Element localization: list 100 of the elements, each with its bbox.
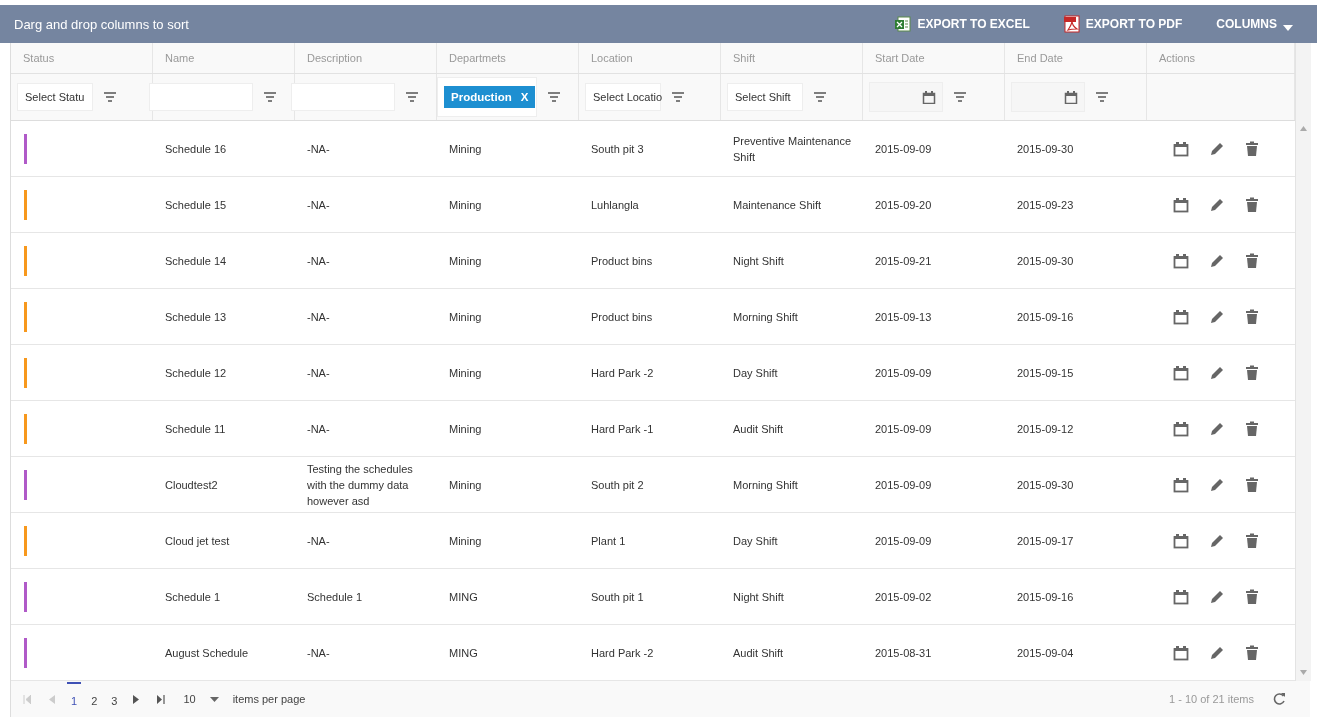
shift: Day Shift	[733, 365, 778, 381]
pencil-icon[interactable]	[1209, 588, 1225, 605]
pencil-icon[interactable]	[1209, 308, 1225, 325]
shift: Night Shift	[733, 589, 784, 605]
name: Cloud jet test	[165, 533, 230, 549]
pencil-icon[interactable]	[1209, 644, 1225, 661]
pencil-icon[interactable]	[1209, 476, 1225, 493]
pencil-icon[interactable]	[1209, 196, 1225, 213]
column-header[interactable]: Departmets	[437, 43, 579, 73]
scroll-down-icon	[1300, 670, 1307, 675]
date-field[interactable]	[869, 82, 943, 112]
department: MING	[449, 589, 478, 605]
filter-icon[interactable]	[953, 91, 967, 103]
trash-icon[interactable]	[1245, 196, 1259, 213]
trash-icon[interactable]	[1245, 308, 1259, 325]
calendar-icon[interactable]	[1173, 420, 1189, 437]
pencil-icon[interactable]	[1209, 252, 1225, 269]
location: South pit 3	[591, 141, 644, 157]
calendar-icon[interactable]	[1173, 476, 1189, 493]
export-button[interactable]: EXPORT TO PDF	[1063, 11, 1183, 37]
date-field[interactable]	[1011, 82, 1085, 112]
shift: Day Shift	[733, 533, 778, 549]
columns-menu-button[interactable]: COLUMNS	[1216, 13, 1293, 35]
select-field[interactable]: Select Shift	[727, 83, 803, 111]
text-filter-field[interactable]	[291, 83, 395, 111]
filter-icon[interactable]	[1095, 91, 1109, 103]
column-header[interactable]: Name	[153, 43, 295, 73]
caret-down-icon	[1283, 25, 1293, 31]
description: -NA-	[307, 141, 330, 157]
column-header[interactable]: Location	[579, 43, 721, 73]
description: Schedule 1	[307, 589, 363, 605]
shift: Maintenance Shift	[733, 197, 822, 213]
page-button[interactable]: 3	[107, 682, 122, 716]
multiselect-field[interactable]: Production X	[437, 77, 537, 117]
calendar-icon[interactable]	[1173, 196, 1189, 213]
trash-icon[interactable]	[1245, 476, 1259, 493]
trash-icon[interactable]	[1245, 252, 1259, 269]
column-header[interactable]: Description	[295, 43, 437, 73]
start-date: 2015-09-13	[875, 309, 932, 325]
calendar-icon[interactable]	[1173, 308, 1189, 325]
trash-icon[interactable]	[1245, 588, 1259, 605]
pencil-icon[interactable]	[1209, 532, 1225, 549]
select-field[interactable]: Select Locatio	[585, 83, 661, 111]
refresh-icon[interactable]	[1272, 692, 1286, 706]
filter-icon[interactable]	[671, 91, 685, 103]
group-hint: Darg and drop columns to sort	[14, 16, 189, 32]
filter-icon[interactable]	[813, 91, 827, 103]
calendar-icon[interactable]	[1173, 588, 1189, 605]
department: Mining	[449, 421, 482, 437]
select-field[interactable]: Select Statu	[17, 83, 93, 111]
column-header[interactable]: Status	[11, 43, 153, 73]
pencil-icon[interactable]	[1209, 140, 1225, 157]
location: South pit 2	[591, 477, 644, 493]
name: Schedule 11	[165, 421, 226, 437]
description: -NA-	[307, 421, 330, 437]
spreadsheet-icon	[895, 16, 912, 32]
calendar-icon[interactable]	[1173, 364, 1189, 381]
page-button[interactable]: 1	[67, 682, 82, 716]
location: Hard Park -2	[591, 365, 654, 381]
trash-icon[interactable]	[1245, 140, 1259, 157]
start-date: 2015-09-09	[875, 477, 932, 493]
end-date: 2015-09-30	[1017, 141, 1074, 157]
next-page-icon[interactable]	[133, 694, 140, 704]
calendar-icon[interactable]	[1173, 532, 1189, 549]
trash-icon[interactable]	[1245, 644, 1259, 661]
department: Mining	[449, 141, 482, 157]
calendar-icon[interactable]	[1173, 644, 1189, 661]
start-date: 2015-09-09	[875, 365, 932, 381]
page-size-dropdown[interactable]: 10	[183, 693, 219, 705]
location: Plant 1	[591, 533, 626, 549]
page-button[interactable]: 2	[87, 682, 102, 716]
name: Schedule 13	[165, 309, 227, 325]
filter-icon[interactable]	[405, 91, 419, 103]
text-filter-field[interactable]	[149, 83, 253, 111]
pencil-icon[interactable]	[1209, 420, 1225, 437]
location: Luhlangla	[591, 197, 639, 213]
filter-icon[interactable]	[547, 91, 561, 103]
trash-icon[interactable]	[1245, 364, 1259, 381]
column-header[interactable]: Start Date	[863, 43, 1005, 73]
name: Schedule 16	[165, 141, 227, 157]
last-page-icon[interactable]	[157, 694, 166, 704]
location: Product bins	[591, 309, 653, 325]
name: Cloudtest2	[165, 477, 218, 493]
department: Mining	[449, 197, 482, 213]
name: Schedule 12	[165, 365, 227, 381]
pencil-icon[interactable]	[1209, 364, 1225, 381]
filter-icon[interactable]	[263, 91, 277, 103]
calendar-icon[interactable]	[1173, 140, 1189, 157]
export-button[interactable]: EXPORT TO EXCEL	[895, 12, 1030, 36]
location: Hard Park -2	[591, 645, 654, 661]
trash-icon[interactable]	[1245, 532, 1259, 549]
calendar-icon[interactable]	[1173, 252, 1189, 269]
trash-icon[interactable]	[1245, 420, 1259, 437]
column-header[interactable]: End Date	[1005, 43, 1147, 73]
scrollbar[interactable]	[1295, 43, 1311, 681]
column-header[interactable]: Shift	[721, 43, 863, 73]
filter-icon[interactable]	[103, 91, 117, 103]
remove-tag-button[interactable]: X	[520, 91, 529, 103]
shift: Audit Shift	[733, 645, 784, 661]
start-date: 2015-09-21	[875, 253, 932, 269]
